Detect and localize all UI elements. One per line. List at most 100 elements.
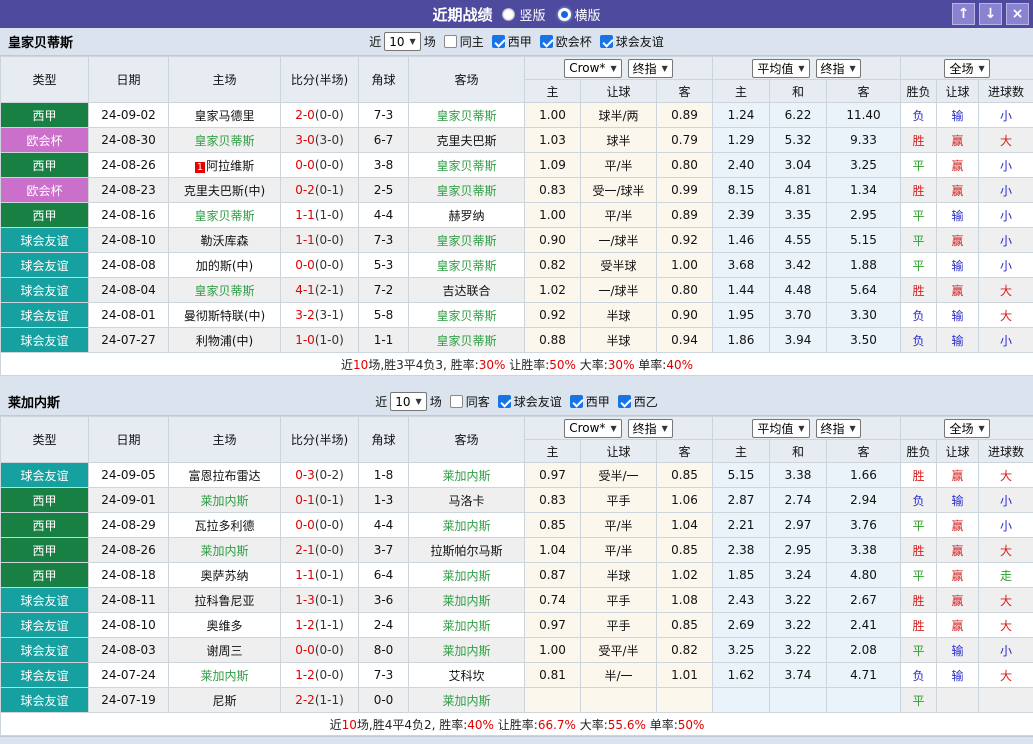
fullmatch-select[interactable]: 全场▼	[944, 59, 989, 78]
avg-home-cell: 1.62	[713, 663, 770, 688]
goals-result-cell: 小	[979, 638, 1033, 663]
avg-home-cell: 3.25	[713, 638, 770, 663]
odds-time-select[interactable]: 终指▼	[628, 419, 673, 438]
bookmaker-select[interactable]: Crow*▼	[564, 419, 621, 438]
col-header-away: 客场	[409, 57, 525, 103]
odds-away-cell: 1.06	[657, 488, 713, 513]
avg-away-cell: 3.50	[827, 328, 901, 353]
league-checkbox-laliga[interactable]	[492, 35, 505, 48]
odds-home-cell: 1.00	[525, 103, 581, 128]
home-team-cell: 勒沃库森	[169, 228, 281, 253]
away-team-cell: 克里夫巴斯	[409, 128, 525, 153]
bookmaker-select[interactable]: Crow*▼	[564, 59, 621, 78]
away-team-name: 艾科坎	[448, 669, 484, 683]
league-checkbox-conference[interactable]	[540, 35, 553, 48]
corner-cell: 4-4	[359, 513, 409, 538]
odds-away-cell: 1.01	[657, 663, 713, 688]
filter-near-label: 近	[375, 393, 387, 410]
avg-draw-cell: 6.22	[770, 103, 827, 128]
score-cell: 1-2(1-1)	[281, 613, 359, 638]
league-checkbox-laliga2[interactable]	[618, 395, 631, 408]
home-team-name: 克里夫巴斯(中)	[184, 184, 265, 198]
league-checkbox-laliga[interactable]	[570, 395, 583, 408]
halftime-score: (0-2)	[315, 468, 344, 482]
away-team-name: 吉达联合	[442, 284, 490, 298]
handicap-result-cell: 输	[937, 253, 979, 278]
halftime-score: (0-0)	[315, 233, 344, 247]
sub-header-avg-away: 客	[827, 80, 901, 103]
halftime-score: (0-0)	[315, 518, 344, 532]
avg-draw-cell: 3.04	[770, 153, 827, 178]
close-button[interactable]: ×	[1006, 3, 1029, 25]
average-select[interactable]: 平均值▼	[752, 59, 809, 78]
fulltime-score: 0-3	[295, 468, 315, 482]
scroll-up-button[interactable]: ↑	[952, 3, 975, 25]
average-time-select-value: 终指	[821, 420, 845, 437]
match-count-select[interactable]: 10 ▼	[390, 392, 426, 411]
odds-handicap-cell: 平手	[581, 588, 657, 613]
odds-time-select[interactable]: 终指▼	[628, 59, 673, 78]
col-header-date: 日期	[89, 417, 169, 463]
average-select[interactable]: 平均值▼	[752, 419, 809, 438]
score-cell: 4-1(2-1)	[281, 278, 359, 303]
average-select-value: 平均值	[757, 420, 793, 437]
filter-games-label: 场	[430, 393, 442, 410]
col-header-date: 日期	[89, 57, 169, 103]
odds-home-cell: 0.92	[525, 303, 581, 328]
home-team-name: 加的斯(中)	[196, 259, 253, 273]
home-team-cell: 奥萨苏纳	[169, 563, 281, 588]
summary-row: 近10场,胜3平4负3, 胜率:30% 让胜率:50% 大率:30% 单率:40…	[1, 353, 1033, 376]
league-label-conference: 欧会杯	[556, 33, 592, 50]
odds-handicap-cell: 半球	[581, 328, 657, 353]
winloss-result-cell: 胜	[901, 463, 937, 488]
corner-cell: 3-8	[359, 153, 409, 178]
fulltime-score: 0-0	[295, 518, 315, 532]
radio-horizontal-layout[interactable]: 横版	[558, 5, 601, 24]
home-team-cell: 瓦拉多利德	[169, 513, 281, 538]
radio-vertical-layout[interactable]: 竖版	[502, 5, 545, 24]
same-home-checkbox[interactable]	[444, 35, 457, 48]
league-checkbox-friendly[interactable]	[600, 35, 613, 48]
league-label-laliga2: 西乙	[634, 393, 658, 410]
home-team-cell: 拉科鲁尼亚	[169, 588, 281, 613]
league-type-cell: 欧会杯	[1, 128, 89, 153]
avg-away-cell: 2.95	[827, 203, 901, 228]
away-team-cell: 莱加内斯	[409, 563, 525, 588]
fullmatch-select[interactable]: 全场▼	[944, 419, 989, 438]
league-checkbox-friendly[interactable]	[498, 395, 511, 408]
scroll-down-button[interactable]: ↓	[979, 3, 1002, 25]
odds-home-cell: 0.85	[525, 513, 581, 538]
away-team-cell: 皇家贝蒂斯	[409, 253, 525, 278]
average-time-select[interactable]: 终指▼	[816, 419, 861, 438]
radio-icon[interactable]	[558, 8, 571, 21]
average-time-select[interactable]: 终指▼	[816, 59, 861, 78]
away-team-name: 莱加内斯	[442, 594, 490, 608]
match-row: 球会友谊24-07-24莱加内斯1-2(0-0)7-3艾科坎0.81半/一1.0…	[1, 663, 1033, 688]
score-cell: 1-3(0-1)	[281, 588, 359, 613]
league-type-cell: 欧会杯	[1, 178, 89, 203]
match-row: 西甲24-08-29瓦拉多利德0-0(0-0)4-4莱加内斯0.85平/半1.0…	[1, 513, 1033, 538]
chevron-down-icon: ▼	[850, 64, 856, 73]
avg-draw-cell: 3.38	[770, 463, 827, 488]
avg-draw-cell: 3.70	[770, 303, 827, 328]
avg-draw-cell: 4.48	[770, 278, 827, 303]
away-team-name: 莱加内斯	[442, 619, 490, 633]
league-label-laliga: 西甲	[508, 33, 532, 50]
close-icon: ×	[1012, 7, 1024, 21]
odds-away-cell: 0.90	[657, 303, 713, 328]
corner-cell: 4-4	[359, 203, 409, 228]
sub-header-avg-home: 主	[713, 80, 770, 103]
match-count-select[interactable]: 10 ▼	[384, 32, 420, 51]
goals-result-cell: 大	[979, 663, 1033, 688]
corner-cell: 5-3	[359, 253, 409, 278]
league-type-cell: 西甲	[1, 538, 89, 563]
same-away-checkbox[interactable]	[450, 395, 463, 408]
match-row: 西甲24-09-02皇家马德里2-0(0-0)7-3皇家贝蒂斯1.00球半/两0…	[1, 103, 1033, 128]
corner-cell: 7-2	[359, 278, 409, 303]
score-cell: 1-2(0-0)	[281, 663, 359, 688]
match-date-cell: 24-08-03	[89, 638, 169, 663]
bottom-strip	[0, 736, 1033, 744]
odds-home-cell: 0.87	[525, 563, 581, 588]
col-header-home: 主场	[169, 57, 281, 103]
radio-icon[interactable]	[502, 8, 515, 21]
